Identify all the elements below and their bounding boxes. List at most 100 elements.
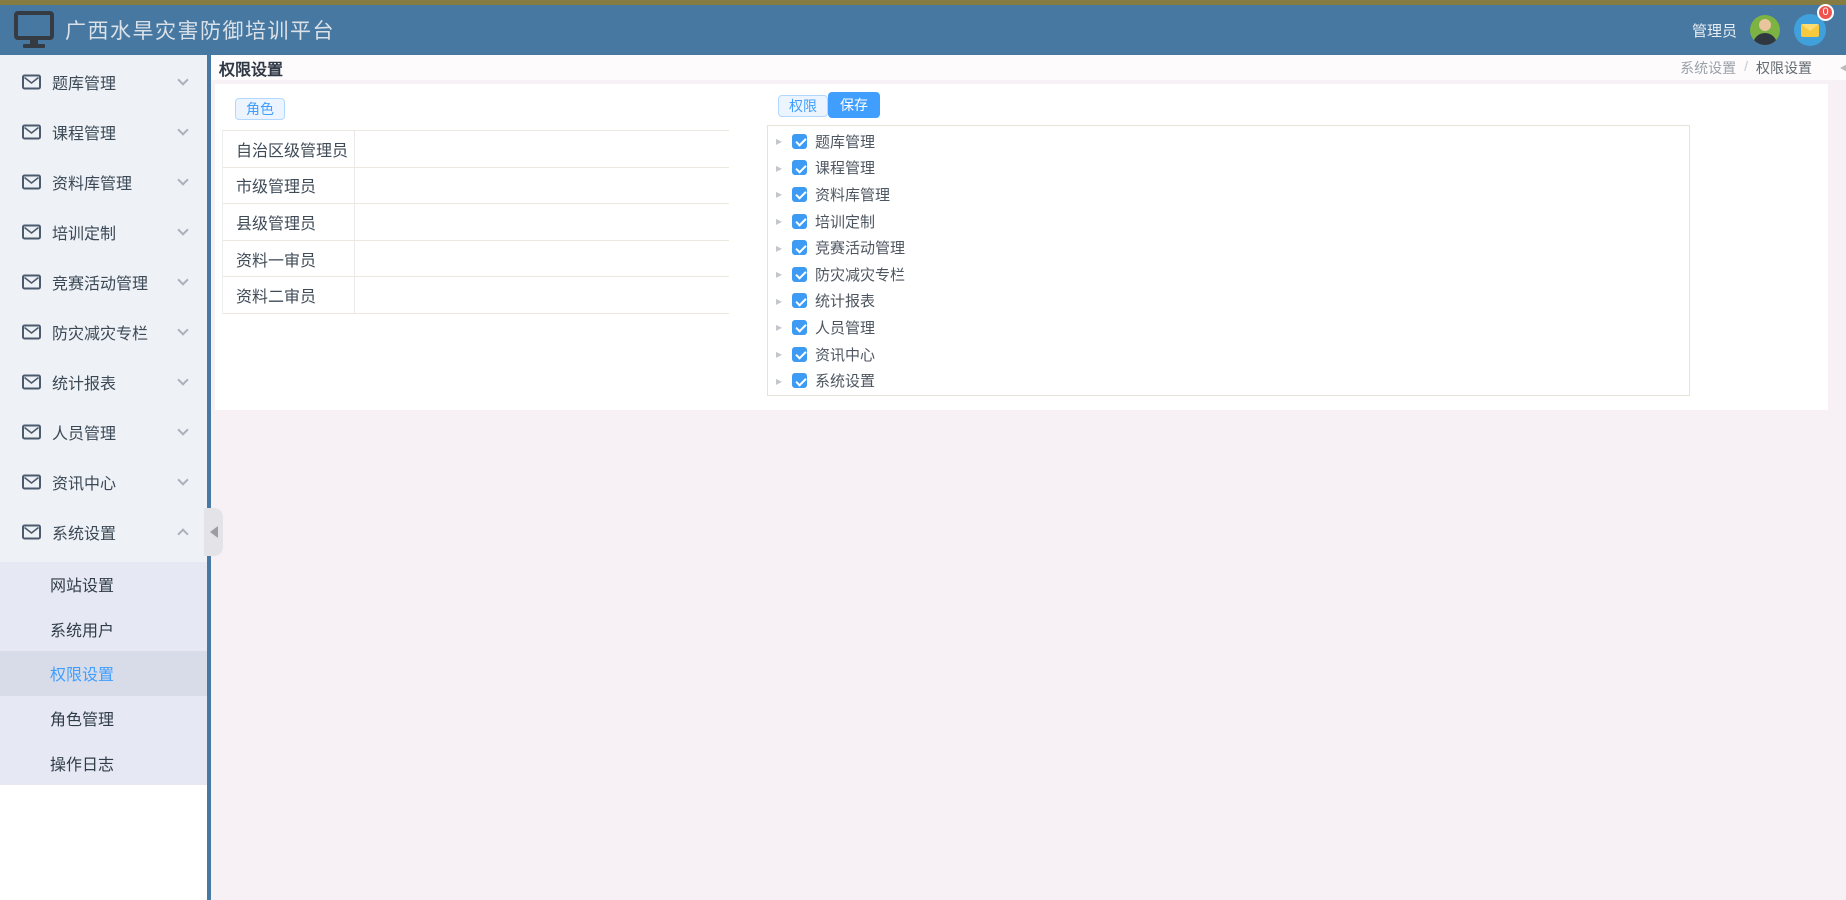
sidebar-subitem[interactable]: 系统用户 (0, 607, 207, 652)
sidebar-menu: 题库管理 课程管理 (0, 55, 207, 562)
sidebar-item[interactable]: 竞赛活动管理 (0, 257, 207, 307)
expand-caret-icon[interactable] (776, 320, 791, 334)
mail-icon (22, 124, 41, 140)
notification-badge: 0 (1817, 4, 1834, 21)
role-row[interactable]: 市级管理员 (223, 168, 729, 205)
user-avatar[interactable] (1750, 15, 1780, 45)
app-title: 广西水旱灾害防御培训平台 (65, 15, 335, 45)
avatar-head (1759, 19, 1771, 31)
save-button[interactable]: 保存 (828, 92, 880, 118)
mail-icon (22, 174, 41, 190)
sidebar-subitem[interactable]: 操作日志 (0, 740, 207, 785)
breadcrumb: 系统设置 / 权限设置 (1680, 58, 1812, 78)
expand-caret-icon[interactable] (776, 294, 791, 308)
user-name-label: 管理员 (1692, 20, 1737, 41)
mail-icon (22, 524, 41, 540)
tree-item: 资料库管理 (768, 181, 1689, 208)
header-right: 管理员 0 (1692, 14, 1826, 46)
expand-caret-icon[interactable] (776, 161, 791, 175)
roles-table: 自治区级管理员 市级管理员 县级管理员 资料一审员 (222, 130, 729, 314)
role-row-empty-cell (355, 204, 729, 240)
collapse-arrow-icon (210, 526, 218, 538)
chevron-down-icon (177, 174, 188, 185)
chevron-down-icon (177, 124, 188, 135)
expand-caret-icon[interactable] (776, 134, 791, 148)
mail-icon (22, 474, 41, 490)
monitor-logo-icon (14, 11, 54, 49)
app-header: 广西水旱灾害防御培训平台 管理员 0 (0, 5, 1846, 55)
mail-icon (22, 324, 41, 340)
sidebar-subitem[interactable]: 角色管理 (0, 696, 207, 741)
sidebar-item[interactable]: 防灾减灾专栏 (0, 307, 207, 357)
chevron-down-icon (177, 528, 188, 539)
sidebar-item[interactable]: 系统设置 (0, 507, 207, 557)
sidebar-submenu: 网站设置 系统用户 权限设置 角色管理 操作日志 (0, 562, 207, 785)
checkbox[interactable] (792, 214, 807, 229)
checkbox[interactable] (792, 240, 807, 255)
chevron-down-icon (177, 374, 188, 385)
tree-item: 培训定制 (768, 208, 1689, 235)
sidebar-subitem[interactable]: 网站设置 (0, 562, 207, 607)
chevron-down-icon (177, 224, 188, 235)
permissions-button[interactable]: 权限 (778, 95, 828, 117)
checkbox[interactable] (792, 160, 807, 175)
permissions-tree: 题库管理 课程管理 资料库管理 培训定制 (767, 125, 1690, 396)
checkbox[interactable] (792, 134, 807, 149)
breadcrumb-separator: / (1744, 58, 1748, 78)
tree-item: 资讯中心 (768, 341, 1689, 368)
tree-item: 题库管理 (768, 128, 1689, 155)
role-row-empty-cell (355, 241, 729, 277)
sidebar-item[interactable]: 培训定制 (0, 207, 207, 257)
checkbox[interactable] (792, 293, 807, 308)
sidebar-item[interactable]: 统计报表 (0, 357, 207, 407)
checkbox[interactable] (792, 187, 807, 202)
content-header: 权限设置 系统设置 / 权限设置 (211, 55, 1846, 80)
tree-item: 防灾减灾专栏 (768, 261, 1689, 288)
role-row[interactable]: 自治区级管理员 (223, 131, 729, 168)
chevron-down-icon (177, 474, 188, 485)
expand-caret-icon[interactable] (776, 347, 791, 361)
expand-caret-icon[interactable] (776, 241, 791, 255)
sidebar-collapse-handle[interactable] (204, 508, 223, 556)
sidebar-subitem[interactable]: 权限设置 (0, 651, 207, 696)
checkbox[interactable] (792, 373, 807, 388)
role-row[interactable]: 资料二审员 (223, 277, 729, 314)
expand-caret-icon[interactable] (776, 187, 791, 201)
tree-item: 系统设置 (768, 367, 1689, 394)
expand-caret-icon[interactable] (776, 374, 791, 388)
sidebar-item[interactable]: 人员管理 (0, 407, 207, 457)
chevron-down-icon (177, 324, 188, 335)
edge-arrow-icon[interactable] (1840, 62, 1846, 74)
mail-icon (22, 224, 41, 240)
mail-icon (22, 274, 41, 290)
sidebar-item[interactable]: 资讯中心 (0, 457, 207, 507)
mail-icon (22, 424, 41, 440)
tree-item: 课程管理 (768, 155, 1689, 182)
main-content: 权限设置 系统设置 / 权限设置 角色 自治区级管理员 市级管理员 (211, 55, 1846, 900)
checkbox[interactable] (792, 267, 807, 282)
tree-item: 竞赛活动管理 (768, 234, 1689, 261)
tree-item: 人员管理 (768, 314, 1689, 341)
role-row-empty-cell (355, 168, 729, 204)
role-row[interactable]: 县级管理员 (223, 204, 729, 241)
role-row[interactable]: 资料一审员 (223, 241, 729, 278)
mail-icon (22, 74, 41, 90)
expand-caret-icon[interactable] (776, 214, 791, 228)
roles-button[interactable]: 角色 (235, 98, 285, 120)
envelope-icon (1801, 24, 1819, 37)
tree-item: 统计报表 (768, 288, 1689, 315)
checkbox[interactable] (792, 320, 807, 335)
sidebar-item[interactable]: 资料库管理 (0, 157, 207, 207)
breadcrumb-section[interactable]: 系统设置 (1680, 58, 1736, 78)
sidebar-item[interactable]: 课程管理 (0, 107, 207, 157)
expand-caret-icon[interactable] (776, 267, 791, 281)
message-button[interactable]: 0 (1794, 14, 1826, 46)
page-title: 权限设置 (219, 56, 283, 80)
avatar-body (1753, 33, 1777, 45)
chevron-down-icon (177, 274, 188, 285)
role-row-empty-cell (355, 131, 729, 167)
chevron-down-icon (177, 74, 188, 85)
sidebar: 题库管理 课程管理 (0, 55, 207, 900)
checkbox[interactable] (792, 347, 807, 362)
sidebar-item[interactable]: 题库管理 (0, 57, 207, 107)
